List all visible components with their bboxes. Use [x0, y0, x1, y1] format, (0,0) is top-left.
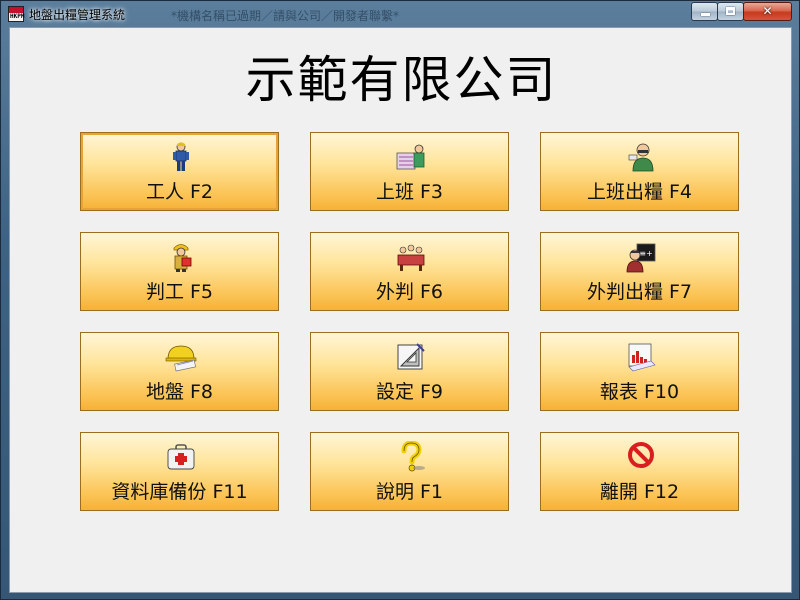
main-panel: 示範有限公司 工人 F2 上班 F3 上班出糧 F4 判工 F5 外判 F6 ≡… [9, 27, 792, 593]
settings-label: 設定 F9 [375, 381, 444, 403]
outsource-payroll-icon: ≡+ [626, 243, 656, 273]
subcontractor-icon [173, 244, 192, 272]
attendance-payroll-button[interactable]: 上班出糧 F4 [540, 132, 739, 211]
close-button[interactable]: ✕ [743, 2, 792, 21]
payroll-icon [628, 143, 654, 172]
close-icon: ✕ [762, 4, 773, 18]
backup-label: 資料庫備份 F11 [111, 481, 248, 503]
app-window: HKPM 地盤出糧管理系統 *機構名稱已過期／請與公司／開發者聯繫* ✕ 示範有… [0, 0, 800, 600]
svg-text:≡+: ≡+ [639, 249, 652, 258]
worker-icon [173, 142, 189, 171]
site-icon [165, 345, 197, 372]
settings-button[interactable]: 設定 F9 [310, 332, 509, 411]
subcontractor-label: 判工 F5 [145, 281, 214, 303]
exit-label: 離開 F12 [599, 481, 680, 503]
report-icon [628, 343, 656, 372]
site-label: 地盤 F8 [145, 381, 214, 403]
app-logo-text: HKPM [10, 13, 25, 20]
backup-button[interactable]: 資料庫備份 F11 [80, 432, 279, 511]
outsource-payroll-button[interactable]: ≡+ 外判出糧 F7 [540, 232, 739, 311]
subcontractor-button[interactable]: 判工 F5 [80, 232, 279, 311]
settings-icon [397, 343, 425, 370]
exit-icon [628, 442, 654, 468]
exit-button[interactable]: 離開 F12 [540, 432, 739, 511]
report-label: 報表 F10 [599, 381, 680, 403]
workers-button[interactable]: 工人 F2 [80, 132, 279, 211]
attendance-label: 上班 F3 [375, 181, 444, 203]
window-title: 地盤出糧管理系統 [29, 8, 126, 22]
company-title: 示範有限公司 [245, 51, 558, 109]
attendance-icon [396, 144, 425, 170]
report-button[interactable]: 報表 F10 [540, 332, 739, 411]
maximize-button[interactable] [717, 2, 744, 21]
help-icon [401, 441, 425, 472]
help-label: 說明 F1 [375, 481, 444, 503]
attendance-payroll-label: 上班出糧 F4 [586, 181, 693, 203]
outsource-button[interactable]: 外判 F6 [310, 232, 509, 311]
backup-icon [167, 444, 195, 470]
attendance-button[interactable]: 上班 F3 [310, 132, 509, 211]
help-button[interactable]: 說明 F1 [310, 432, 509, 511]
outsource-icon [397, 244, 425, 271]
window-title-ghost: *機構名稱已過期／請與公司／開發者聯繫* [171, 9, 400, 23]
minimize-button[interactable] [691, 2, 718, 21]
outsource-label: 外判 F6 [375, 281, 444, 303]
site-button[interactable]: 地盤 F8 [80, 332, 279, 411]
workers-label: 工人 F2 [145, 181, 214, 203]
title-bar[interactable]: HKPM 地盤出糧管理系統 *機構名稱已過期／請與公司／開發者聯繫* ✕ [1, 1, 799, 27]
minimize-icon [701, 13, 710, 16]
outsource-payroll-label: 外判出糧 F7 [586, 281, 693, 303]
maximize-icon [726, 7, 735, 15]
app-logo-icon[interactable]: HKPM [8, 6, 24, 22]
